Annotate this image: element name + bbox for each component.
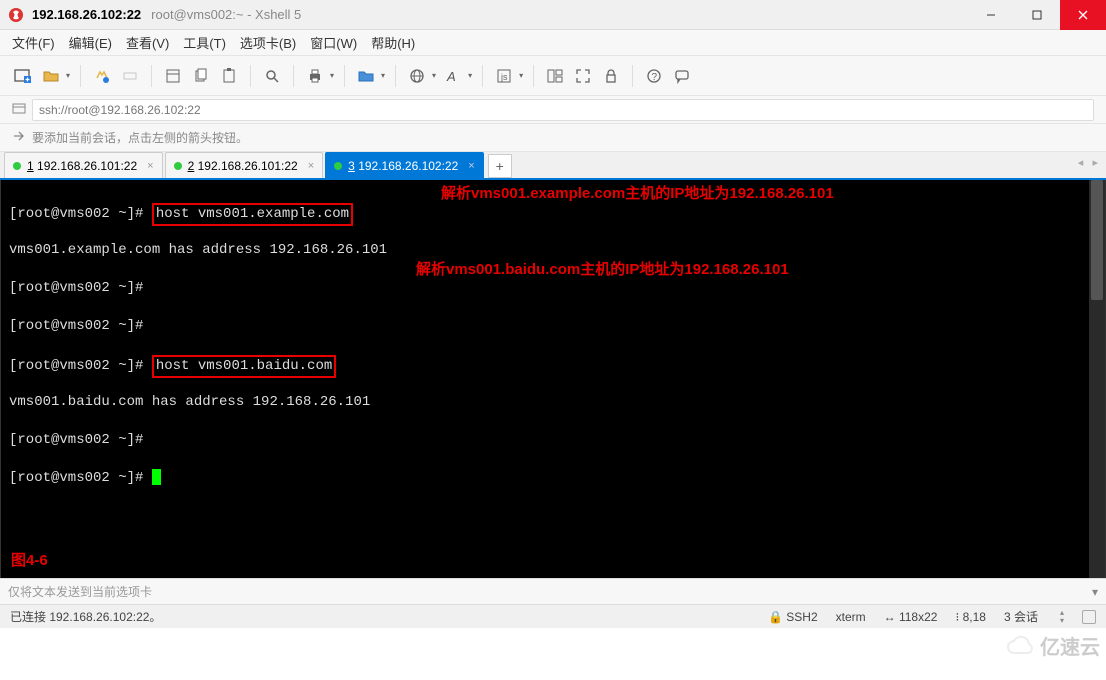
search-icon[interactable] bbox=[261, 65, 283, 87]
address-bar: ssh://root@192.168.26.102:22 bbox=[0, 96, 1106, 124]
scrollbar-thumb[interactable] bbox=[1091, 180, 1103, 300]
status-bar: 已连接 192.168.26.102:22。 🔒 SSH2 xterm ↔ 11… bbox=[0, 604, 1106, 628]
highlighted-command: host vms001.example.com bbox=[152, 203, 353, 226]
help-icon[interactable]: ? bbox=[643, 65, 665, 87]
send-bar[interactable]: 仅将文本发送到当前选项卡 ▾ bbox=[0, 578, 1106, 604]
svg-text:?: ? bbox=[652, 72, 658, 83]
script-icon[interactable]: js bbox=[493, 65, 515, 87]
paste-icon[interactable] bbox=[218, 65, 240, 87]
toolbar: ▾ ▾ ▾ ▾ A▾ js▾ ? bbox=[0, 56, 1106, 96]
annotation-2: 解析vms001.baidu.com主机的IP地址为192.168.26.101 bbox=[416, 260, 789, 279]
globe-icon[interactable] bbox=[406, 65, 428, 87]
print-icon[interactable] bbox=[304, 65, 326, 87]
open-caret[interactable]: ▾ bbox=[66, 71, 70, 80]
maximize-button[interactable] bbox=[1014, 0, 1060, 30]
add-tab-button[interactable]: + bbox=[488, 154, 512, 178]
cap-indicator bbox=[1082, 610, 1096, 624]
hint-text: 要添加当前会话，点击左侧的箭头按钮。 bbox=[32, 129, 248, 146]
hint-arrow-icon[interactable] bbox=[12, 129, 26, 146]
terminal[interactable]: [root@vms002 ~]# host vms001.example.com… bbox=[0, 180, 1106, 578]
menu-view[interactable]: 查看(V) bbox=[126, 33, 169, 52]
status-connection: 已连接 192.168.26.102:22。 bbox=[10, 608, 161, 625]
status-proto: 🔒 SSH2 bbox=[768, 610, 818, 624]
new-session-icon[interactable] bbox=[12, 65, 34, 87]
font-icon[interactable]: A bbox=[442, 65, 464, 87]
app-icon bbox=[8, 7, 24, 23]
status-term: xterm bbox=[836, 610, 866, 624]
menu-edit[interactable]: 编辑(E) bbox=[69, 33, 112, 52]
menu-file[interactable]: 文件(F) bbox=[12, 33, 55, 52]
lock-icon[interactable] bbox=[600, 65, 622, 87]
address-input[interactable]: ssh://root@192.168.26.102:22 bbox=[32, 99, 1094, 121]
status-size: ↔ 118x22 bbox=[884, 610, 938, 624]
terminal-cursor bbox=[152, 469, 161, 485]
disconnect-icon[interactable] bbox=[119, 65, 141, 87]
open-icon[interactable] bbox=[40, 65, 62, 87]
menu-window[interactable]: 窗口(W) bbox=[310, 33, 357, 52]
menu-tabs[interactable]: 选项卡(B) bbox=[240, 33, 296, 52]
terminal-scrollbar[interactable] bbox=[1089, 180, 1105, 578]
window-title: 192.168.26.102:22 bbox=[32, 7, 141, 22]
send-input-placeholder[interactable]: 仅将文本发送到当前选项卡 bbox=[8, 583, 152, 600]
title-bar: 192.168.26.102:22 root@vms002:~ - Xshell… bbox=[0, 0, 1106, 30]
status-arrows[interactable]: ▴▾ bbox=[1060, 609, 1064, 625]
tab-close-icon[interactable]: × bbox=[147, 160, 153, 172]
chat-icon[interactable] bbox=[671, 65, 693, 87]
status-sessions: 3 会话 bbox=[1004, 608, 1038, 625]
tab-nav-arrows[interactable]: ◂ ▸ bbox=[1078, 156, 1098, 169]
tab-3[interactable]: 3 192.168.26.102:22 × bbox=[325, 152, 484, 178]
tab-close-icon[interactable]: × bbox=[308, 160, 314, 172]
figure-label: 图4-6 bbox=[11, 551, 48, 570]
status-dot-icon bbox=[13, 162, 21, 170]
tab-1[interactable]: 1 192.168.26.101:22 × bbox=[4, 152, 163, 178]
svg-text:A: A bbox=[446, 69, 456, 84]
annotation-1: 解析vms001.example.com主机的IP地址为192.168.26.1… bbox=[441, 184, 834, 203]
send-target-dropdown[interactable]: ▾ bbox=[1092, 585, 1098, 599]
menu-help[interactable]: 帮助(H) bbox=[371, 33, 415, 52]
hint-bar: 要添加当前会话，点击左侧的箭头按钮。 bbox=[0, 124, 1106, 152]
window-subtitle: root@vms002:~ - Xshell 5 bbox=[151, 7, 301, 22]
menu-tools[interactable]: 工具(T) bbox=[183, 33, 226, 52]
reconnect-icon[interactable] bbox=[91, 65, 113, 87]
layout-icon[interactable] bbox=[544, 65, 566, 87]
tab-strip: 1 192.168.26.101:22 × 2 192.168.26.101:2… bbox=[0, 152, 1106, 180]
xftp-icon[interactable] bbox=[355, 65, 377, 87]
copy-icon[interactable] bbox=[190, 65, 212, 87]
status-dot-icon bbox=[334, 162, 342, 170]
highlighted-command: host vms001.baidu.com bbox=[152, 355, 336, 378]
minimize-button[interactable] bbox=[968, 0, 1014, 30]
tab-2[interactable]: 2 192.168.26.101:22 × bbox=[165, 152, 324, 178]
menu-bar: 文件(F) 编辑(E) 查看(V) 工具(T) 选项卡(B) 窗口(W) 帮助(… bbox=[0, 30, 1106, 56]
status-dot-icon bbox=[174, 162, 182, 170]
watermark: 亿速云 bbox=[1006, 631, 1100, 660]
close-button[interactable] bbox=[1060, 0, 1106, 30]
svg-text:js: js bbox=[500, 72, 508, 82]
fullscreen-icon[interactable] bbox=[572, 65, 594, 87]
status-pos: ⁝ 8,18 bbox=[955, 610, 986, 624]
properties-icon[interactable] bbox=[162, 65, 184, 87]
tab-close-icon[interactable]: × bbox=[468, 160, 474, 172]
address-icon bbox=[12, 101, 26, 118]
